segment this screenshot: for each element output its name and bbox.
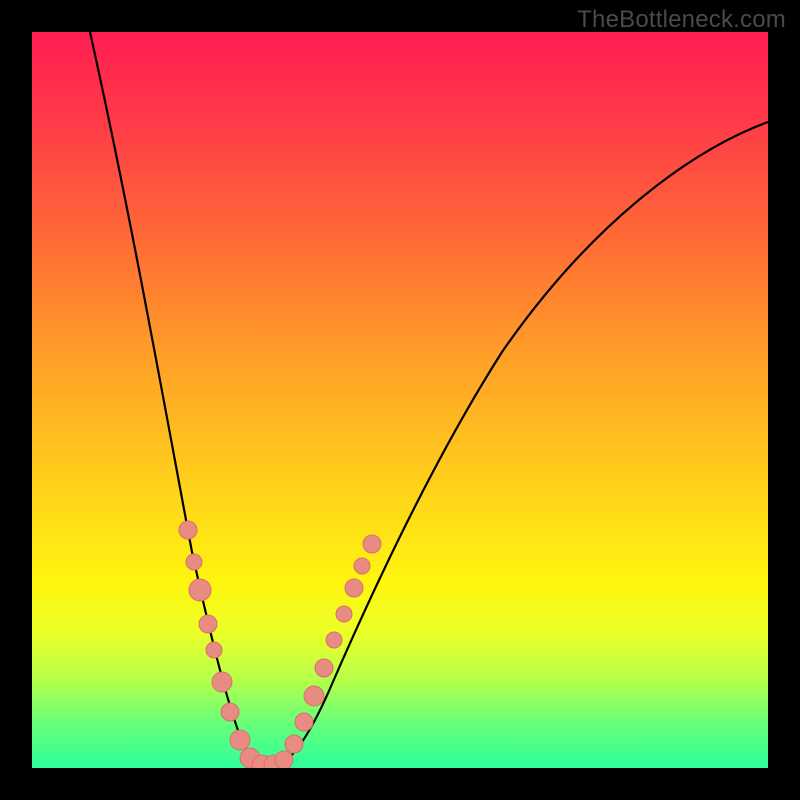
data-point	[326, 632, 342, 648]
data-point	[345, 579, 363, 597]
data-point	[304, 686, 324, 706]
right-curve	[276, 122, 768, 766]
data-point	[189, 579, 211, 601]
data-point	[186, 554, 202, 570]
data-point	[199, 615, 217, 633]
scatter-group	[179, 521, 381, 768]
data-point	[179, 521, 197, 539]
data-point	[336, 606, 352, 622]
outer-frame: TheBottleneck.com	[0, 0, 800, 800]
data-point	[206, 642, 222, 658]
data-point	[230, 730, 250, 750]
data-point	[363, 535, 381, 553]
data-point	[315, 659, 333, 677]
data-point	[212, 672, 232, 692]
left-curve	[90, 32, 263, 766]
chart-plot-area	[32, 32, 768, 768]
data-point	[295, 713, 313, 731]
data-point	[221, 703, 239, 721]
watermark-text: TheBottleneck.com	[577, 6, 786, 34]
data-point	[275, 751, 293, 768]
data-point	[285, 735, 303, 753]
data-point	[354, 558, 370, 574]
chart-svg	[32, 32, 768, 768]
